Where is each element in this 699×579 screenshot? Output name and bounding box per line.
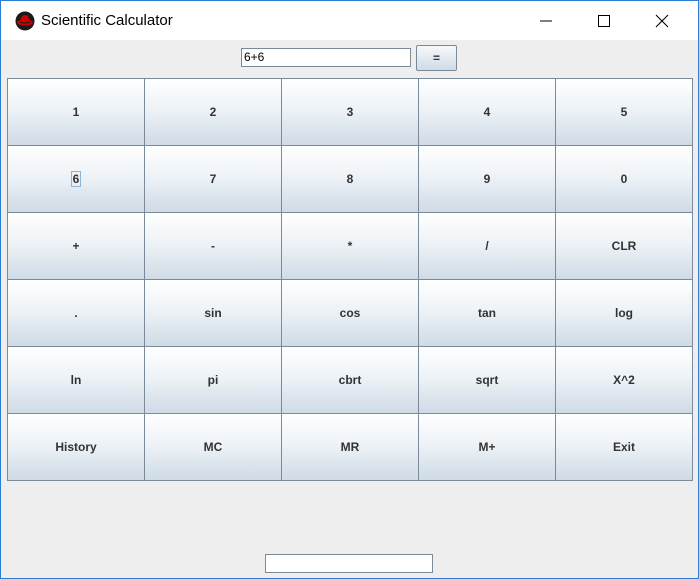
redhat-logo-icon [15, 11, 35, 31]
maximize-button[interactable] [575, 1, 633, 40]
key-5[interactable]: 5 [555, 78, 693, 146]
memory-add-button[interactable]: M+ [418, 413, 556, 481]
key-multiply[interactable]: * [281, 212, 419, 280]
title-bar[interactable]: Scientific Calculator [1, 1, 698, 40]
key-sqrt[interactable]: sqrt [418, 346, 556, 414]
key-cbrt[interactable]: cbrt [281, 346, 419, 414]
exit-button[interactable]: Exit [555, 413, 693, 481]
key-6[interactable]: 6 [7, 145, 145, 213]
equals-button[interactable]: = [416, 45, 457, 71]
minimize-icon [540, 20, 552, 22]
key-plus[interactable]: + [7, 212, 145, 280]
key-3[interactable]: 3 [281, 78, 419, 146]
window-title: Scientific Calculator [41, 12, 173, 29]
close-icon [655, 14, 669, 28]
expression-input[interactable]: 6+6 [241, 48, 411, 67]
key-cos[interactable]: cos [281, 279, 419, 347]
key-log[interactable]: log [555, 279, 693, 347]
key-8[interactable]: 8 [281, 145, 419, 213]
key-sin[interactable]: sin [144, 279, 282, 347]
history-button[interactable]: History [7, 413, 145, 481]
minimize-button[interactable] [517, 1, 575, 40]
key-ln[interactable]: ln [7, 346, 145, 414]
calculator-window: Scientific Calculator 6+6 = 1 2 3 4 5 6 … [0, 0, 699, 579]
clear-button[interactable]: CLR [555, 212, 693, 280]
key-4[interactable]: 4 [418, 78, 556, 146]
key-9[interactable]: 9 [418, 145, 556, 213]
result-field[interactable] [265, 554, 433, 573]
key-divide[interactable]: / [418, 212, 556, 280]
key-minus[interactable]: - [144, 212, 282, 280]
key-square[interactable]: X^2 [555, 346, 693, 414]
keypad: 1 2 3 4 5 6 7 8 9 0 + - * / CLR . sin co… [7, 78, 693, 481]
key-0[interactable]: 0 [555, 145, 693, 213]
key-7[interactable]: 7 [144, 145, 282, 213]
memory-clear-button[interactable]: MC [144, 413, 282, 481]
memory-recall-button[interactable]: MR [281, 413, 419, 481]
key-1[interactable]: 1 [7, 78, 145, 146]
key-2[interactable]: 2 [144, 78, 282, 146]
key-decimal[interactable]: . [7, 279, 145, 347]
close-button[interactable] [633, 1, 691, 40]
key-pi[interactable]: pi [144, 346, 282, 414]
key-tan[interactable]: tan [418, 279, 556, 347]
maximize-icon [598, 15, 610, 27]
